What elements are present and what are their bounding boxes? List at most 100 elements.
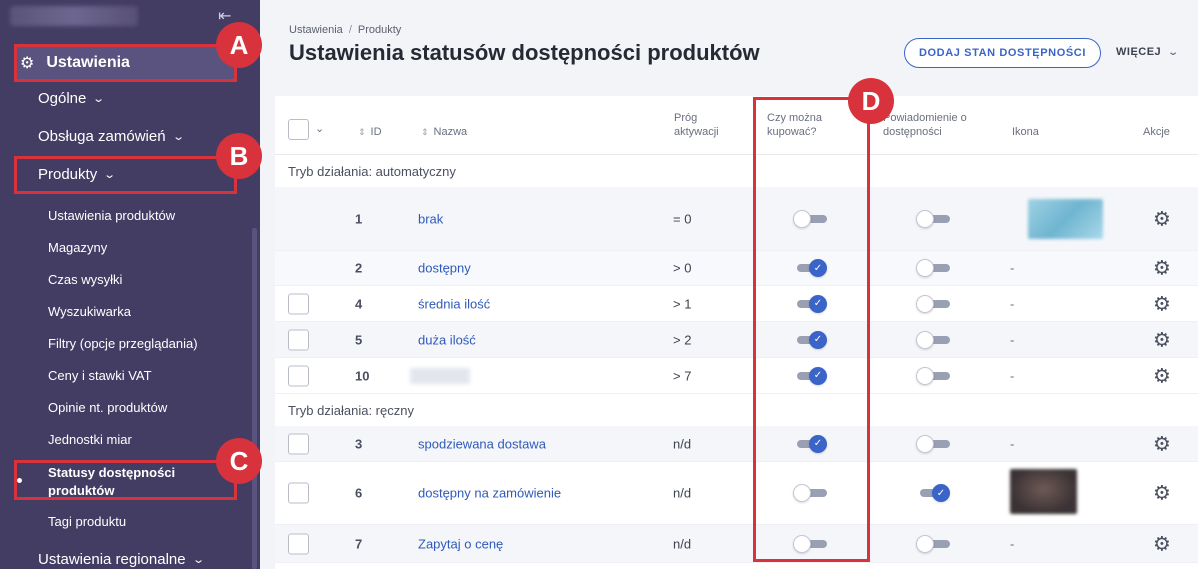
breadcrumb-produkty[interactable]: Produkty (358, 24, 401, 36)
sidebar-subitem-filtry[interactable]: Filtry (opcje przeglądania) (48, 336, 198, 351)
row-id: 5 (355, 332, 363, 347)
row-checkbox[interactable] (288, 293, 309, 314)
sidebar-item-label: Ogólne (38, 90, 87, 107)
row-threshold: n/d (673, 485, 692, 501)
row-icon-empty: - (1010, 332, 1015, 347)
row-name-link[interactable]: duża ilość (418, 332, 476, 347)
column-name-label: Nazwa (433, 126, 468, 138)
row-threshold: n/d (673, 536, 692, 551)
notification-toggle[interactable] (916, 434, 950, 453)
breadcrumb: Ustawienia / Produkty (289, 24, 401, 36)
row-id: 1 (355, 211, 363, 226)
add-availability-button[interactable]: DODAJ STAN DOSTĘPNOŚCI (904, 38, 1101, 68)
group-header-auto: Tryb działania: automatyczny (275, 155, 1198, 187)
row-checkbox[interactable] (288, 433, 309, 454)
callout-a: A (216, 22, 262, 68)
gear-icon[interactable]: ⚙ (1153, 291, 1171, 316)
column-name[interactable]: ⇕ Nazwa (421, 125, 467, 139)
row-icon-empty: - (1010, 368, 1015, 383)
sidebar-scrollbar[interactable] (252, 228, 257, 569)
callout-b: B (216, 133, 262, 179)
row-id: 10 (355, 368, 370, 383)
gear-icon[interactable]: ⚙ (1153, 206, 1171, 231)
select-all-chevron-icon[interactable]: ⌄ (315, 122, 324, 136)
row-icon-empty: - (1010, 436, 1015, 451)
column-threshold: Próg aktywacji (674, 112, 719, 138)
sidebar-item-ogolne[interactable]: Ogólne ⌄ (38, 90, 105, 107)
row-checkbox[interactable] (288, 365, 309, 386)
row-name-link[interactable]: brak (418, 211, 443, 226)
notification-toggle[interactable] (916, 294, 950, 313)
more-label: WIĘCEJ (1116, 46, 1162, 58)
sort-icon: ⇕ (358, 127, 366, 137)
callout-c: C (216, 438, 262, 484)
row-name-link[interactable]: średnia ilość (418, 296, 490, 311)
row-id: 7 (355, 536, 363, 551)
sidebar-subitem-czas-wysylki[interactable]: Czas wysyłki (48, 272, 122, 287)
gear-icon[interactable]: ⚙ (1153, 481, 1171, 506)
gear-icon[interactable]: ⚙ (1153, 256, 1171, 281)
table-header: ⌄ ⇕ ID ⇕ Nazwa Próg aktywacji Czy można ku… (275, 96, 1198, 155)
table-row[interactable]: 2 dostępny > 0 ✓ - ⚙ (275, 251, 1198, 286)
notification-toggle[interactable] (916, 330, 950, 349)
table-row[interactable]: 6 dostępny na zamówienie n/d ✓ ⚙ (275, 462, 1198, 525)
row-id: 6 (355, 485, 363, 501)
row-threshold: > 7 (673, 368, 692, 383)
group-header-manual: Tryb działania: ręczny (275, 394, 1198, 426)
row-checkbox[interactable] (288, 329, 309, 350)
sidebar-subitem-opinie[interactable]: Opinie nt. produktów (48, 400, 167, 415)
gear-icon[interactable]: ⚙ (1153, 431, 1171, 456)
row-id: 2 (355, 260, 363, 276)
row-checkbox[interactable] (288, 482, 309, 504)
sidebar-subitem-ceny-vat[interactable]: Ceny i stawki VAT (48, 368, 152, 383)
select-all-checkbox[interactable] (288, 119, 309, 140)
table-row[interactable]: 3 spodziewana dostawa n/d ✓ - ⚙ (275, 426, 1198, 462)
sidebar-subitem-magazyny[interactable]: Magazyny (48, 240, 107, 255)
table-row[interactable]: 7 Zapytaj o cenę n/d - ⚙ (275, 525, 1198, 563)
row-name-redacted[interactable] (410, 367, 470, 384)
sidebar-item-obsluga-zamowien[interactable]: Obsługa zamówień ⌄ (38, 128, 185, 145)
notification-toggle[interactable] (916, 534, 950, 553)
row-threshold: > 0 (673, 260, 692, 276)
row-name-link[interactable]: dostępny (418, 261, 471, 276)
status-icon-image (1028, 199, 1103, 239)
row-icon-empty: - (1010, 260, 1015, 276)
brand-logo (10, 6, 138, 26)
table-row[interactable]: 10 > 7 ✓ - ⚙ (275, 358, 1198, 394)
row-threshold: n/d (673, 436, 692, 451)
breadcrumb-ustawienia[interactable]: Ustawienia (289, 24, 343, 36)
callout-d: D (848, 78, 894, 124)
row-id: 3 (355, 436, 363, 451)
table-row[interactable]: 5 duża ilość > 2 ✓ - ⚙ (275, 322, 1198, 358)
row-threshold: = 0 (673, 211, 692, 226)
table-row[interactable]: 4 średnia ilość > 1 ✓ - ⚙ (275, 286, 1198, 322)
notification-toggle[interactable]: ✓ (920, 484, 950, 502)
notification-toggle[interactable] (916, 366, 950, 385)
sidebar-item-ustawienia-regionalne[interactable]: Ustawienia regionalne ⌄ (38, 551, 205, 568)
column-id[interactable]: ⇕ ID (358, 125, 382, 139)
gear-icon[interactable]: ⚙ (1153, 363, 1171, 388)
row-name-link[interactable]: Zapytaj o cenę (418, 536, 503, 551)
chevron-down-icon: ⌄ (171, 131, 185, 143)
notification-toggle[interactable] (916, 259, 950, 277)
row-checkbox[interactable] (288, 533, 309, 554)
chevron-down-icon: ⌄ (1167, 46, 1180, 58)
column-id-label: ID (370, 126, 382, 138)
notification-toggle[interactable] (916, 209, 950, 228)
page-title: Ustawienia statusów dostępności produktó… (289, 40, 760, 65)
gear-icon[interactable]: ⚙ (1153, 327, 1171, 352)
gear-icon[interactable]: ⚙ (1153, 531, 1171, 556)
column-icon: Ikona (1012, 126, 1039, 138)
highlight-box-d (753, 97, 870, 562)
breadcrumb-separator: / (348, 24, 352, 36)
row-name-link[interactable]: spodziewana dostawa (418, 436, 546, 451)
sidebar-subitem-tagi[interactable]: Tagi produktu (48, 514, 126, 529)
highlight-box-b (14, 156, 237, 194)
sidebar-subitem-wyszukiwarka[interactable]: Wyszukiwarka (48, 304, 131, 319)
sidebar-subitem-ustawienia-produktow[interactable]: Ustawienia produktów (48, 208, 175, 223)
table-row[interactable]: 1 brak = 0 ⚙ (275, 187, 1198, 251)
sidebar-subitem-jednostki-miar[interactable]: Jednostki miar (48, 432, 132, 447)
row-name-link[interactable]: dostępny na zamówienie (418, 486, 561, 501)
row-threshold: > 2 (673, 332, 692, 347)
more-button[interactable]: WIĘCEJ ⌄ (1116, 46, 1180, 58)
